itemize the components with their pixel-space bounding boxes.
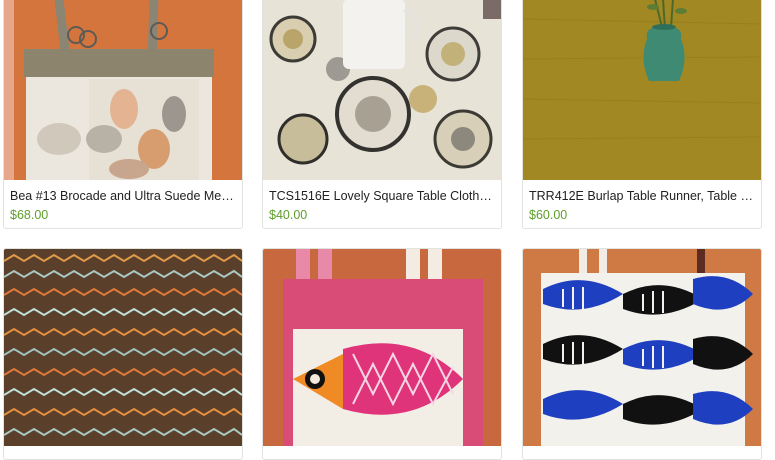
fish-pattern-bag-photo[interactable]: [523, 249, 761, 446]
listing-price: $68.00: [10, 208, 49, 222]
listing-card[interactable]: TRR412E Burlap Table Runner, Table Runne…: [522, 0, 762, 229]
listing-card[interactable]: [522, 248, 762, 460]
table-runner-photo[interactable]: [523, 0, 761, 180]
striped-fabric-photo[interactable]: [4, 249, 242, 446]
listing-card[interactable]: [262, 248, 502, 460]
listing-price: $40.00: [269, 208, 308, 222]
listing-title[interactable]: Bea #13 Brocade and Ultra Suede Messenge…: [10, 189, 236, 204]
tote-bag-photo[interactable]: [4, 0, 242, 180]
listing-price: $60.00: [529, 208, 568, 222]
listing-title[interactable]: TCS1516E Lovely Square Table Cloth in Gr…: [269, 189, 495, 204]
listing-card[interactable]: [3, 248, 243, 460]
listing-card[interactable]: Bea #13 Brocade and Ultra Suede Messenge…: [3, 0, 243, 229]
fish-tote-photo[interactable]: [263, 249, 501, 446]
listing-card[interactable]: TCS1516E Lovely Square Table Cloth in Gr…: [262, 0, 502, 229]
listing-title[interactable]: TRR412E Burlap Table Runner, Table Runne…: [529, 189, 755, 204]
tablecloth-photo[interactable]: [263, 0, 501, 180]
